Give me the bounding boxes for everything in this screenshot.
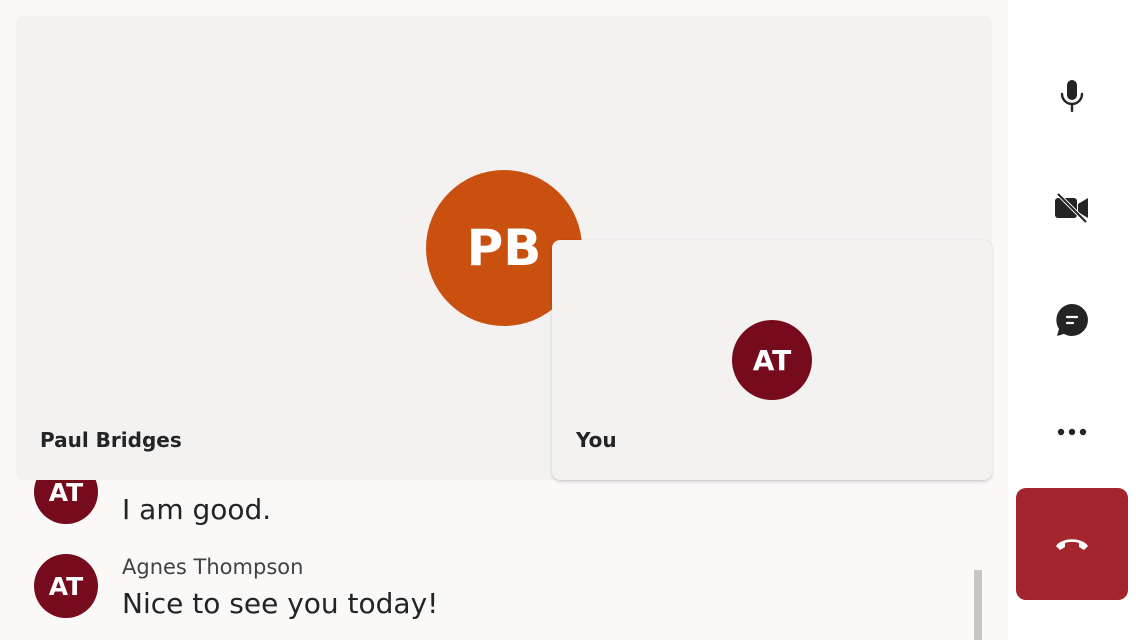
camera-off-icon — [1055, 192, 1088, 224]
chat-avatar-initials: AT — [48, 571, 84, 601]
more-options-button[interactable] — [1032, 400, 1112, 464]
self-avatar: AT — [732, 320, 812, 400]
remote-participant-initials: PB — [466, 219, 542, 277]
chat-avatar-initials: AT — [48, 477, 84, 507]
mute-button[interactable] — [1032, 64, 1112, 128]
chat-icon — [1056, 304, 1088, 336]
chat-avatar: AT — [34, 554, 98, 618]
self-name-label: You — [576, 428, 617, 452]
chat-scrollbar[interactable] — [974, 570, 982, 640]
microphone-icon — [1060, 80, 1084, 113]
more-icon — [1057, 428, 1087, 436]
self-initials: AT — [752, 343, 792, 377]
chat-button[interactable] — [1032, 288, 1112, 352]
hang-up-button[interactable] — [1016, 488, 1128, 600]
chat-sender-name: Agnes Thompson — [122, 555, 304, 579]
hang-up-icon — [1056, 539, 1088, 550]
call-stage: AT I am good. AT Agnes Thompson Nice to … — [0, 0, 1008, 640]
chat-message-text: I am good. — [122, 493, 272, 526]
camera-button[interactable] — [1032, 176, 1112, 240]
chat-message-text: Nice to see you today! — [122, 587, 439, 620]
remote-participant-name: Paul Bridges — [40, 428, 182, 452]
